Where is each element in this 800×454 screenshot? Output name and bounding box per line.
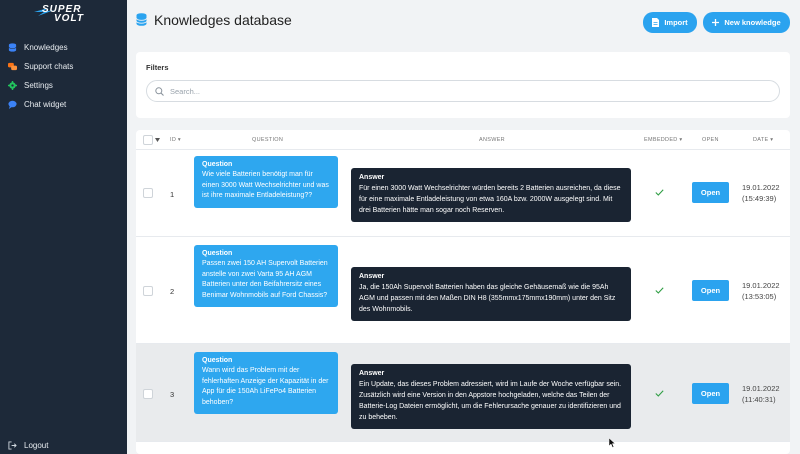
sidebar-item-knowledges[interactable]: Knowledges xyxy=(8,39,68,55)
table-header: ID ▾ QUESTION ANSWER EMBEDDED ▾ OPEN DAT… xyxy=(136,130,790,150)
open-button[interactable]: Open xyxy=(692,280,729,301)
mouse-cursor-icon xyxy=(609,438,616,448)
row-date: 19.01.2022 (15:49:39) xyxy=(742,183,780,203)
question-text: Wie viele Batterien benötigt man für ein… xyxy=(202,171,329,199)
open-button[interactable]: Open xyxy=(692,182,729,203)
column-header-id[interactable]: ID ▾ xyxy=(170,137,181,143)
filters-title: Filters xyxy=(146,63,169,72)
chat-bubble-icon xyxy=(8,100,17,109)
column-header-embedded[interactable]: EMBEDDED ▾ xyxy=(644,137,682,143)
database-icon xyxy=(136,13,147,26)
logout-button[interactable]: Logout xyxy=(8,437,48,453)
question-box: Question Wann wird das Problem mit der f… xyxy=(194,352,338,414)
logout-label: Logout xyxy=(24,440,49,450)
chat-bubbles-icon xyxy=(8,62,17,70)
question-box: Question Passen zwei 150 AH Supervolt Ba… xyxy=(194,245,338,307)
row-id: 2 xyxy=(170,287,175,296)
column-header-answer: ANSWER xyxy=(479,137,505,143)
table-row xyxy=(136,442,790,454)
row-date: 19.01.2022 (11:40:31) xyxy=(742,384,780,404)
file-icon xyxy=(652,18,660,27)
question-title: Question xyxy=(202,161,233,168)
import-button[interactable]: Import xyxy=(643,12,697,33)
answer-box: Answer Ein Update, das dieses Problem ad… xyxy=(351,364,631,429)
table-row: 1 Question Wie viele Batterien benötigt … xyxy=(136,151,790,237)
select-all-checkbox[interactable] xyxy=(143,135,153,145)
search-input[interactable] xyxy=(170,86,750,96)
open-button[interactable]: Open xyxy=(692,383,729,404)
sidebar-item-chat-widget[interactable]: Chat widget xyxy=(8,96,66,112)
search-field[interactable] xyxy=(146,80,780,102)
sidebar-item-label: Support chats xyxy=(24,61,74,71)
answer-box: Answer Ja, die 150Ah Supervolt Batterien… xyxy=(351,267,631,321)
answer-title: Answer xyxy=(359,174,385,181)
sidebar-item-label: Settings xyxy=(24,80,53,90)
checkmark-icon xyxy=(655,189,664,196)
table-row: 2 Question Passen zwei 150 AH Supervolt … xyxy=(136,237,790,344)
question-text: Wann wird das Problem mit der fehlerhaft… xyxy=(202,367,329,406)
sidebar-item-settings[interactable]: Settings xyxy=(8,77,53,93)
database-icon xyxy=(8,42,17,52)
row-checkbox[interactable] xyxy=(143,286,153,296)
plus-icon xyxy=(712,19,720,26)
answer-text: Für einen 3000 Watt Wechselrichter würde… xyxy=(359,185,621,214)
gear-icon xyxy=(8,80,17,90)
sidebar-item-support-chats[interactable]: Support chats xyxy=(8,58,73,74)
new-knowledge-label: New knowledge xyxy=(724,18,781,27)
knowledge-table: ID ▾ QUESTION ANSWER EMBEDDED ▾ OPEN DAT… xyxy=(136,130,790,454)
row-checkbox[interactable] xyxy=(143,389,153,399)
sidebar-item-label: Knowledges xyxy=(24,42,68,52)
answer-title: Answer xyxy=(359,273,385,280)
answer-text: Ja, die 150Ah Supervolt Batterien haben … xyxy=(359,284,616,313)
page-title: Knowledges database xyxy=(154,12,292,28)
question-box: Question Wie viele Batterien benötigt ma… xyxy=(194,156,338,208)
question-title: Question xyxy=(202,357,233,364)
supervolt-logo: SUPER VOLT xyxy=(34,4,98,26)
new-knowledge-button[interactable]: New knowledge xyxy=(703,12,790,33)
row-id: 3 xyxy=(170,390,175,399)
question-title: Question xyxy=(202,250,233,257)
sidebar: SUPER VOLT Knowledges Support chats Sett… xyxy=(0,0,127,454)
row-checkbox[interactable] xyxy=(143,188,153,198)
column-header-open: OPEN xyxy=(702,137,719,143)
import-label: Import xyxy=(664,18,688,27)
table-row: 3 Question Wann wird das Problem mit der… xyxy=(136,344,790,442)
question-text: Passen zwei 150 AH Supervolt Batterien a… xyxy=(202,260,328,299)
checkmark-icon xyxy=(655,287,664,294)
filters-card: Filters xyxy=(136,52,790,118)
answer-title: Answer xyxy=(359,370,385,377)
row-id: 1 xyxy=(170,190,175,199)
row-date: 19.01.2022 (13:53:05) xyxy=(742,281,780,301)
sidebar-item-label: Chat widget xyxy=(24,99,67,109)
chevron-down-icon[interactable] xyxy=(155,138,160,142)
column-header-question: QUESTION xyxy=(252,137,284,143)
answer-box: Answer Für einen 3000 Watt Wechselrichte… xyxy=(351,168,631,222)
search-icon xyxy=(155,86,164,96)
logo-text-bottom: VOLT xyxy=(54,13,84,24)
checkmark-icon xyxy=(655,390,664,397)
logout-icon xyxy=(8,440,17,450)
column-header-date[interactable]: DATE ▾ xyxy=(753,137,773,143)
answer-text: Ein Update, das dieses Problem adressier… xyxy=(359,381,622,421)
